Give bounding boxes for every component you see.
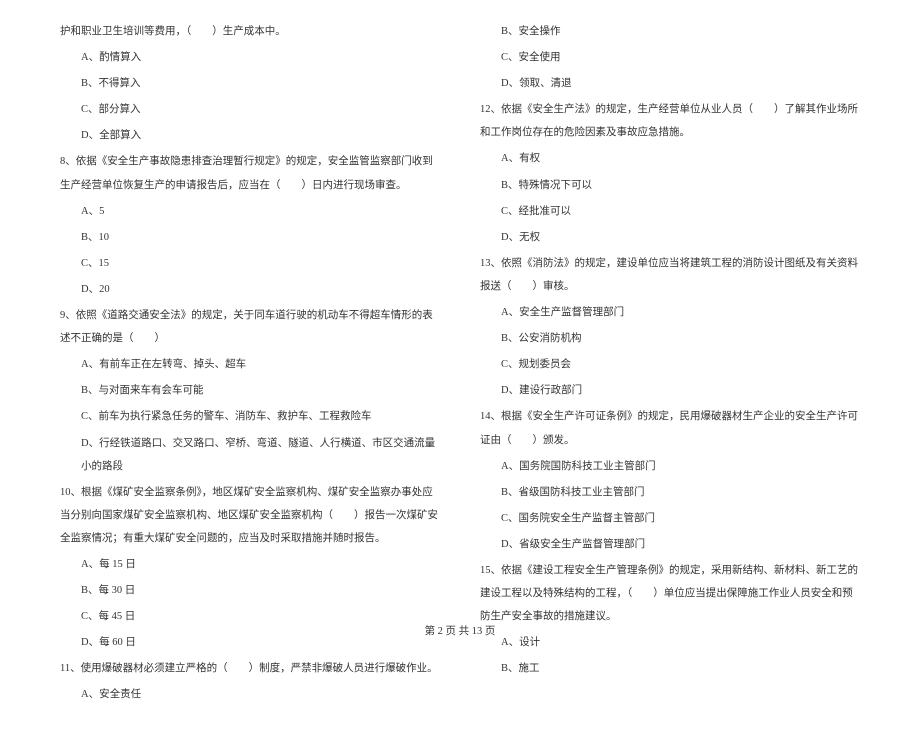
q7-tail: 护和职业卫生培训等费用，（ ）生产成本中。 [60, 20, 440, 43]
q10-option-a: A、每 15 日 [60, 553, 440, 576]
q11-option-c: C、安全使用 [480, 46, 860, 69]
right-column: B、安全操作 C、安全使用 D、领取、清退 12、依据《安全生产法》的规定，生产… [480, 20, 860, 710]
q9-option-c: C、前车为执行紧急任务的警车、消防车、救护车、工程救险车 [60, 405, 440, 428]
q12-option-b: B、特殊情况下可以 [480, 174, 860, 197]
q7-option-a: A、酌情算入 [60, 46, 440, 69]
q14-option-d: D、省级安全生产监督管理部门 [480, 533, 860, 556]
q7-option-d: D、全部算入 [60, 124, 440, 147]
q15-option-b: B、施工 [480, 657, 860, 680]
q14-option-c: C、国务院安全生产监督主管部门 [480, 507, 860, 530]
q8-option-b: B、10 [60, 226, 440, 249]
q12-option-c: C、经批准可以 [480, 200, 860, 223]
q13-option-d: D、建设行政部门 [480, 379, 860, 402]
q8-text: 8、依据《安全生产事故隐患排查治理暂行规定》的规定，安全监管监察部门收到生产经营… [60, 150, 440, 196]
q11-option-b: B、安全操作 [480, 20, 860, 43]
q7-option-c: C、部分算入 [60, 98, 440, 121]
q12-option-a: A、有权 [480, 147, 860, 170]
q9-option-d: D、行经铁道路口、交叉路口、窄桥、弯道、隧道、人行横道、市区交通流量小的路段 [60, 432, 440, 478]
q8-option-d: D、20 [60, 278, 440, 301]
q13-option-c: C、规划委员会 [480, 353, 860, 376]
page-footer: 第 2 页 共 13 页 [0, 623, 920, 638]
q9-text: 9、依照《道路交通安全法》的规定，关于同车道行驶的机动车不得超车情形的表述不正确… [60, 304, 440, 350]
q11-option-a: A、安全责任 [60, 683, 440, 706]
q13-text: 13、依照《消防法》的规定，建设单位应当将建筑工程的消防设计图纸及有关资料报送（… [480, 252, 860, 298]
q13-option-b: B、公安消防机构 [480, 327, 860, 350]
q14-text: 14、根据《安全生产许可证条例》的规定，民用爆破器材生产企业的安全生产许可证由（… [480, 405, 860, 451]
q12-option-d: D、无权 [480, 226, 860, 249]
q11-option-d: D、领取、清退 [480, 72, 860, 95]
q12-text: 12、依据《安全生产法》的规定，生产经营单位从业人员（ ）了解其作业场所和工作岗… [480, 98, 860, 144]
q11-text: 11、使用爆破器材必须建立严格的（ ）制度，严禁非爆破人员进行爆破作业。 [60, 657, 440, 680]
q7-option-b: B、不得算入 [60, 72, 440, 95]
q15-text: 15、依据《建设工程安全生产管理条例》的规定，采用新结构、新材料、新工艺的建设工… [480, 559, 860, 628]
q10-option-b: B、每 30 日 [60, 579, 440, 602]
left-column: 护和职业卫生培训等费用，（ ）生产成本中。 A、酌情算入 B、不得算入 C、部分… [60, 20, 440, 710]
q9-option-b: B、与对面来车有会车可能 [60, 379, 440, 402]
q14-option-a: A、国务院国防科技工业主管部门 [480, 455, 860, 478]
q10-text: 10、根据《煤矿安全监察条例》，地区煤矿安全监察机构、煤矿安全监察办事处应当分别… [60, 481, 440, 550]
q8-option-c: C、15 [60, 252, 440, 275]
q14-option-b: B、省级国防科技工业主管部门 [480, 481, 860, 504]
q13-option-a: A、安全生产监督管理部门 [480, 301, 860, 324]
q8-option-a: A、5 [60, 200, 440, 223]
q9-option-a: A、有前车正在左转弯、掉头、超车 [60, 353, 440, 376]
